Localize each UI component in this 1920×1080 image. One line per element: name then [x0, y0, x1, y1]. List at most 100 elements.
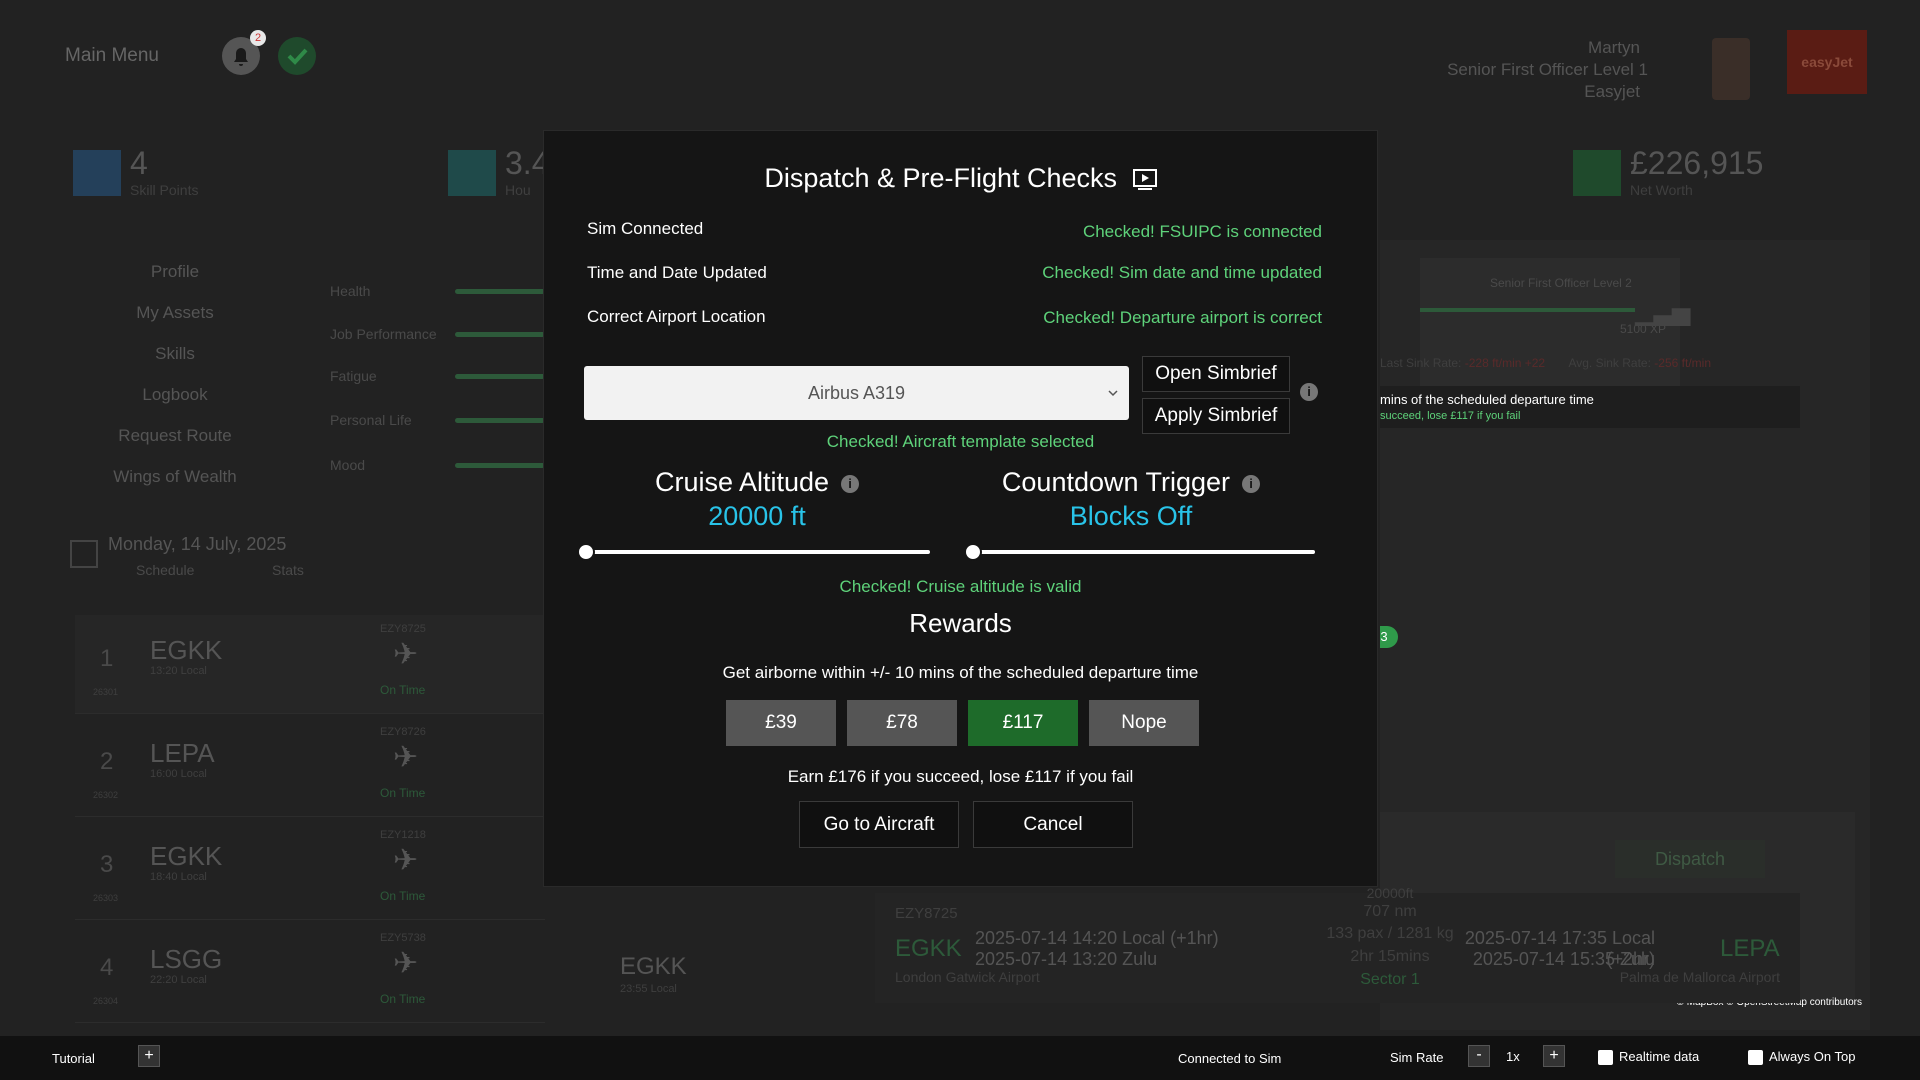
row-time: 18:40 Local [150, 871, 207, 883]
countdown-trigger-slider[interactable] [971, 550, 1315, 554]
reward-option-78[interactable]: £78 [847, 700, 957, 746]
tutorial-label[interactable]: Tutorial [52, 1051, 95, 1066]
row-airport: LSGG [150, 944, 223, 974]
reward-option-39[interactable]: £39 [726, 700, 836, 746]
dispatch-modal: Dispatch & Pre-Flight Checks Sim Connect… [543, 130, 1378, 887]
reward-option-nope[interactable]: Nope [1089, 700, 1199, 746]
wellbeing-label: Mood [330, 457, 366, 473]
row-id: 26302 [93, 790, 119, 800]
sidebar-item-logbook[interactable]: Logbook [90, 385, 260, 405]
sidebar-item-skills[interactable]: Skills [90, 344, 260, 364]
flight-distance: 707 nm [1363, 903, 1417, 920]
main-menu-link[interactable]: Main Menu [65, 45, 159, 67]
schedule-row[interactable]: 3 EGKK 18:40 Local 26303 EZY1218 ✈ On Ti… [75, 821, 545, 920]
calendar-icon [70, 540, 98, 568]
wellbeing-label: Personal Life [330, 412, 412, 428]
row-flight: EZY8725 [380, 623, 426, 635]
info-icon[interactable]: i [1242, 474, 1261, 493]
cruise-altitude-title: Cruise Altitude [654, 467, 830, 497]
rewards-description: Get airborne within +/- 10 mins of the s… [722, 663, 1199, 682]
dispatch-button[interactable]: Dispatch [1615, 840, 1765, 878]
sim-rate-value: 1x [1506, 1049, 1520, 1064]
flight-card: EZY8725 EGKK London Gatwick Airport 2025… [875, 885, 1800, 1003]
countdown-trigger-slider-thumb[interactable] [964, 543, 982, 561]
user-airline[interactable]: Easyjet [1584, 82, 1640, 102]
check-label-sim: Sim Connected [587, 219, 704, 238]
sim-rate-increase-button[interactable]: + [1543, 1045, 1565, 1067]
row-number: 3 [100, 851, 114, 878]
chevron-down-icon [1108, 390, 1118, 397]
checkbox-icon[interactable] [1748, 1050, 1763, 1066]
tooltip-line1: mins of the scheduled departure time [1380, 392, 1594, 407]
tooltip-line2: succeed, lose £117 if you fail [1380, 410, 1521, 422]
net-worth-label: Net Worth [1630, 182, 1693, 198]
tab-stats[interactable]: Stats [272, 562, 304, 578]
wellbeing-label: Fatigue [330, 368, 377, 384]
user-name[interactable]: Martyn [1588, 38, 1640, 58]
row-number: 2 [100, 748, 114, 775]
apply-simbrief-button[interactable]: Apply Simbrief [1142, 398, 1290, 434]
row-status: On Time [380, 992, 426, 1006]
sidebar-item-request-route[interactable]: Request Route [90, 426, 260, 446]
video-icon[interactable] [1132, 168, 1157, 191]
wellbeing-bar [455, 374, 545, 379]
wellbeing-label: Health [330, 283, 371, 299]
realtime-data-toggle[interactable]: Realtime data [1598, 1049, 1700, 1066]
schedule-row[interactable]: 1 EGKK 13:20 Local 26301 EZY8725 ✈ On Ti… [75, 615, 545, 714]
check-value-airport: Checked! Departure airport is correct [1043, 308, 1322, 327]
realtime-data-label: Realtime data [1619, 1049, 1700, 1064]
check-value-sim: Checked! FSUIPC is connected [1082, 222, 1322, 241]
info-icon[interactable]: i [841, 474, 860, 493]
reward-option-117[interactable]: £117 [968, 700, 1078, 746]
row-time: 22:20 Local [150, 974, 207, 986]
cruise-altitude-slider[interactable] [584, 550, 930, 554]
net-worth-icon [1573, 150, 1621, 196]
sidebar-item-my-assets[interactable]: My Assets [90, 303, 260, 323]
aircraft-select[interactable]: Airbus A319 [584, 366, 1129, 420]
schedule-row[interactable]: 2 LEPA 16:00 Local 26302 EZY8726 ✈ On Ti… [75, 718, 545, 817]
add-button[interactable]: + [138, 1045, 160, 1067]
cancel-button[interactable]: Cancel [973, 801, 1133, 848]
chart-icon: ▁▃▅ [1635, 299, 1691, 326]
row-id: 26304 [93, 996, 119, 1006]
modal-title: Dispatch & Pre-Flight Checks [764, 163, 1118, 193]
open-simbrief-button[interactable]: Open Simbrief [1142, 356, 1290, 392]
schedule-row[interactable]: 4 LSGG 22:20 Local 26304 EZY5738 ✈ On Ti… [75, 924, 545, 1023]
xp-bar [1420, 308, 1635, 312]
skill-points-icon [73, 150, 121, 196]
tab-schedule[interactable]: Schedule [136, 562, 194, 578]
sim-rate-decrease-button[interactable]: - [1468, 1045, 1490, 1067]
sidebar-item-profile[interactable]: Profile [90, 262, 260, 282]
info-icon[interactable]: i [1300, 383, 1318, 401]
wellbeing-bar [455, 418, 545, 423]
net-worth-value: £226,915 [1630, 145, 1764, 181]
earn-text: Earn £176 if you succeed, lose £117 if y… [787, 767, 1134, 786]
flight-altitude: 20000ft [1366, 885, 1414, 901]
row-airport: LEPA [150, 738, 215, 768]
sim-rate-label: Sim Rate [1390, 1050, 1444, 1065]
sink-rate-value: -228 ft/min +22 [1464, 356, 1546, 370]
notification-bell-icon[interactable]: 2 [222, 30, 266, 75]
skill-points-value: 4 [130, 145, 148, 181]
notification-count-badge: 2 [250, 30, 266, 46]
row4-destination-time: 23:55 Local [620, 983, 677, 995]
wellbeing-bar [455, 289, 545, 294]
hours-label: Hou [505, 182, 531, 198]
go-to-aircraft-button[interactable]: Go to Aircraft [799, 801, 959, 848]
arrival-zulu: 2025-07-14 15:35 Zulu [1472, 949, 1655, 969]
row-id: 26303 [93, 893, 119, 903]
flight-sector: Sector 1 [1360, 971, 1420, 988]
checkbox-icon[interactable] [1598, 1050, 1613, 1066]
status-check-icon [278, 37, 316, 75]
origin-name: London Gatwick Airport [895, 969, 1040, 985]
altitude-check-message: Checked! Cruise altitude is valid [839, 577, 1082, 596]
cruise-altitude-slider-thumb[interactable] [577, 543, 595, 561]
sidebar-item-wings-of-wealth[interactable]: Wings of Wealth [90, 467, 260, 487]
always-on-top-label: Always On Top [1769, 1049, 1856, 1064]
always-on-top-toggle[interactable]: Always On Top [1748, 1049, 1856, 1066]
row-time: 16:00 Local [150, 768, 207, 780]
row-status: On Time [380, 786, 426, 800]
wellbeing-bar [455, 463, 545, 468]
departure-local: 2025-07-14 14:20 Local (+1hr) [975, 928, 1219, 948]
row-flight: EZY1218 [380, 829, 426, 841]
